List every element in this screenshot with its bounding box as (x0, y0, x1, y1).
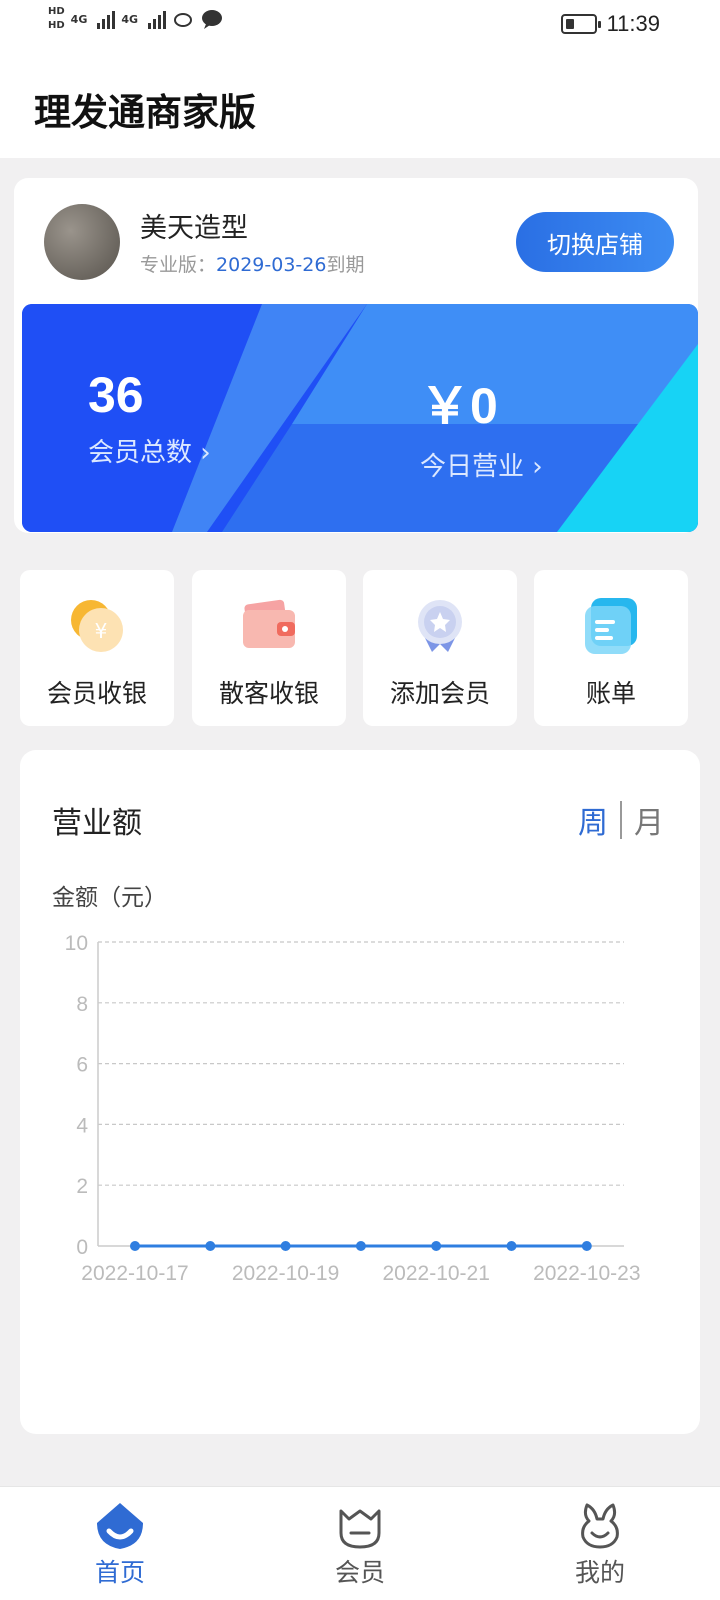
tab-label: 会员 (334, 1558, 385, 1587)
y-tick-label: 0 (76, 1236, 88, 1259)
member-total-stat[interactable]: 36 会员总数 › (88, 366, 211, 469)
today-revenue-label-row: 今日营业 › (420, 446, 543, 483)
quick-action-label: 会员收银 (46, 679, 147, 708)
quick-action-label: 添加会员 (389, 679, 490, 708)
quick-action-label: 账单 (585, 679, 636, 708)
chevron-right-icon: › (532, 452, 543, 482)
today-revenue-label: 今日营业 (420, 452, 525, 482)
status-left: HD HD 4G 4G (48, 6, 224, 32)
member-total-label: 会员总数 (88, 438, 193, 468)
tab-label: 首页 (94, 1558, 145, 1587)
shop-card: 美天造型 专业版：2029-03-26到期 切换店铺 36 会员总数 › ￥0 … (14, 178, 698, 533)
y-tick-label: 10 (65, 932, 88, 955)
data-point (205, 1241, 216, 1251)
revenue-line-chart: 0 2 4 6 8 10 2022-10-17 2022-10-19 2022-10-21 202… (65, 932, 641, 1285)
profile-icon (581, 1503, 619, 1549)
svg-text:¥: ¥ (95, 619, 108, 643)
data-point (581, 1241, 592, 1251)
tab-mine[interactable]: 我的 (480, 1487, 720, 1600)
hd1-label: HD (48, 6, 65, 17)
expire-suffix: 到期 (326, 254, 365, 276)
quick-action-member-checkout[interactable]: ¥ 会员收银 (20, 570, 174, 726)
quick-actions: ¥ 会员收银 散客收银 添加会员 账单 (20, 570, 700, 726)
home-icon (97, 1503, 143, 1549)
hd-indicators: HD HD (48, 6, 65, 32)
battery-icon (560, 14, 601, 34)
bottom-tab-bar: 首页 会员 我的 (0, 1486, 720, 1600)
net1-label: 4G (70, 12, 88, 26)
tab-home[interactable]: 首页 (0, 1487, 240, 1600)
data-point (130, 1241, 140, 1251)
member-total-label-row: 会员总数 › (88, 432, 211, 469)
app-bar: 理发通商家版 (0, 52, 720, 158)
chat-icon (202, 10, 223, 29)
quick-action-add-member[interactable]: 添加会员 (363, 570, 517, 726)
x-tick-label: 2022-10-21 (382, 1262, 489, 1285)
member-total-value: 36 (88, 367, 144, 423)
today-revenue-stat[interactable]: ￥0 今日营业 › (420, 366, 543, 483)
stats-banner: 36 会员总数 › ￥0 今日营业 › (22, 304, 698, 532)
wallet-icon (243, 599, 295, 648)
today-revenue-value: ￥0 (420, 378, 498, 434)
x-tick-label: 2022-10-17 (81, 1262, 188, 1285)
shop-name: 美天造型 (140, 213, 248, 244)
shop-avatar[interactable] (44, 204, 120, 280)
quick-action-label: 散客收银 (218, 679, 319, 708)
revenue-chart-card: 营业额 周 月 金额（元） 0 2 4 6 8 10 2022-10-17 2022-10-1… (20, 750, 700, 1434)
data-point (355, 1241, 366, 1251)
x-tick-label: 2022-10-23 (533, 1262, 640, 1285)
x-tick-label: 2022-10-19 (232, 1262, 339, 1285)
members-icon (339, 1509, 381, 1549)
tab-label: 我的 (574, 1558, 625, 1587)
y-tick-label: 4 (76, 1114, 88, 1137)
hd2-label: HD (48, 20, 65, 31)
data-point (506, 1241, 517, 1251)
coin-icon: ¥ (71, 600, 123, 652)
tab-members[interactable]: 会员 (240, 1487, 480, 1600)
data-point (431, 1241, 442, 1251)
net2-label: 4G (121, 12, 139, 26)
y-tick-label: 8 (76, 993, 88, 1016)
quick-action-guest-checkout[interactable]: 散客收银 (192, 570, 346, 726)
signal-icon (97, 9, 116, 29)
expire-date: 2029-03-26 (216, 254, 327, 276)
chevron-right-icon: › (200, 438, 211, 468)
y-tick-label: 2 (76, 1175, 88, 1198)
plan-prefix: 专业版： (140, 254, 217, 276)
signal-icon-2 (148, 9, 167, 29)
cloud-icon (174, 13, 193, 27)
status-right: 11:39 (560, 11, 660, 37)
plan-expiry: 专业版：2029-03-26到期 (140, 250, 364, 277)
badge-icon (418, 600, 462, 652)
quick-action-bill[interactable]: 账单 (534, 570, 688, 726)
switch-shop-button[interactable]: 切换店铺 (516, 212, 674, 272)
clock: 11:39 (606, 11, 660, 36)
y-tick-label: 6 (76, 1054, 88, 1077)
data-point (280, 1241, 291, 1251)
bill-icon (585, 598, 637, 654)
status-bar: HD HD 4G 4G 11:39 (0, 0, 720, 52)
app-title: 理发通商家版 (34, 91, 256, 134)
